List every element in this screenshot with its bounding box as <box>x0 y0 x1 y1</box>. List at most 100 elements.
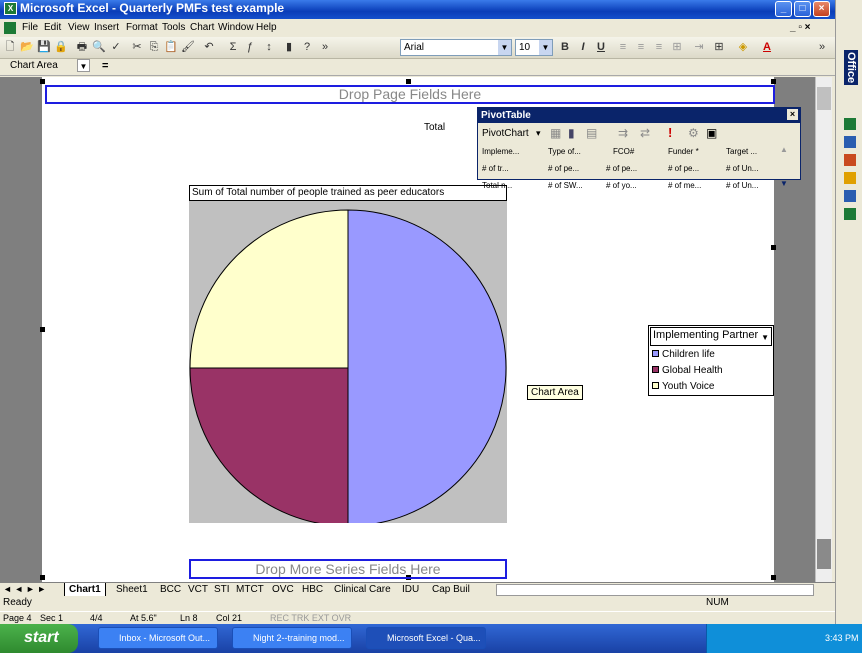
show-detail-icon[interactable]: ⇉ <box>618 126 628 140</box>
print-icon[interactable]: 🖶 <box>75 40 89 54</box>
formula-equals[interactable]: = <box>102 60 108 72</box>
chart-wizard-icon[interactable]: ▮ <box>282 40 296 54</box>
pivot-field[interactable]: # of pe... <box>548 164 579 173</box>
minimize-button[interactable]: _ <box>775 1 792 17</box>
selection-handle[interactable] <box>771 575 776 580</box>
font-name-select[interactable]: Arial ▼ <box>400 39 512 56</box>
print-preview-icon[interactable]: 🔍 <box>92 40 106 54</box>
drop-page-fields-zone[interactable]: Drop Page Fields Here <box>45 85 775 104</box>
tab-chart1[interactable]: Chart1 <box>64 583 106 597</box>
scroll-thumb[interactable] <box>817 87 831 110</box>
italic-button[interactable]: I <box>576 40 590 54</box>
new-icon[interactable]: 🗋 <box>3 40 17 54</box>
toolbar-options-icon[interactable]: » <box>318 40 332 54</box>
taskbar-item-word[interactable]: Night 2--training mod... <box>232 627 352 649</box>
pivotchart-menu[interactable]: PivotChart <box>482 128 529 139</box>
pie-slice-children-life[interactable] <box>347 209 507 523</box>
undo-icon[interactable]: ↶ <box>202 40 216 54</box>
start-button[interactable]: start <box>0 624 78 653</box>
selection-handle[interactable] <box>406 79 411 84</box>
pivot-field[interactable]: Funder * <box>668 147 699 156</box>
open-icon[interactable]: 📂 <box>20 40 34 54</box>
tab-navigation-buttons[interactable]: ◄ ◄ ► ► <box>3 583 46 597</box>
excel-shortcut-icon[interactable] <box>844 118 856 130</box>
sort-icon[interactable]: ↕ <box>262 40 276 54</box>
powerpoint-shortcut-icon[interactable] <box>844 154 856 166</box>
permission-icon[interactable]: 🔒 <box>54 40 68 54</box>
menu-view[interactable]: View <box>68 22 90 33</box>
pivot-field[interactable]: # of SW... <box>548 181 583 190</box>
legend-entry[interactable]: Youth Voice <box>649 379 773 395</box>
pivot-field[interactable]: # of pe... <box>668 164 699 173</box>
pie-slice-global-health[interactable] <box>189 367 349 523</box>
tab-mtct[interactable]: MTCT <box>236 583 264 597</box>
selection-handle[interactable] <box>40 79 45 84</box>
indent-icon[interactable]: ⇥ <box>692 40 706 54</box>
align-left-icon[interactable]: ≡ <box>616 40 630 54</box>
word-shortcut-icon[interactable] <box>844 136 856 148</box>
pivot-field[interactable]: Impleme... <box>482 147 519 156</box>
align-center-icon[interactable]: ≡ <box>634 40 648 54</box>
borders-icon[interactable]: ⊞ <box>712 40 726 54</box>
tab-cap-buil[interactable]: Cap Buil <box>432 583 470 597</box>
menu-window[interactable]: Window <box>218 22 254 33</box>
tab-clinical-care[interactable]: Clinical Care <box>334 583 391 597</box>
access-shortcut-icon[interactable] <box>844 190 856 202</box>
pivot-field[interactable]: FCO# <box>613 147 634 156</box>
chevron-down-icon[interactable]: ▾ <box>536 128 541 139</box>
selection-handle[interactable] <box>771 245 776 250</box>
spelling-icon[interactable]: ✓ <box>109 40 123 54</box>
menu-format[interactable]: Format <box>126 22 158 33</box>
close-icon[interactable]: × <box>787 109 798 120</box>
menu-chart[interactable]: Chart <box>190 22 214 33</box>
menu-edit[interactable]: Edit <box>44 22 61 33</box>
scroll-down-icon[interactable]: ▼ <box>780 179 788 188</box>
close-button[interactable]: × <box>813 1 830 17</box>
pivottable-title-bar[interactable]: PivotTable × <box>478 108 800 123</box>
pivot-field[interactable]: # of pe... <box>606 164 637 173</box>
font-size-select[interactable]: 10 ▼ <box>515 39 553 56</box>
legend[interactable]: Implementing Partner ▼ Children life Glo… <box>648 325 774 396</box>
format-report-icon[interactable]: ▦ <box>550 126 561 140</box>
document-window-controls[interactable]: _ ▫ × <box>790 22 811 33</box>
refresh-icon[interactable]: ⇄ <box>640 126 650 140</box>
legend-entry[interactable]: Children life <box>649 347 773 363</box>
field-list-icon[interactable]: ▣ <box>706 126 717 140</box>
save-icon[interactable]: 💾 <box>37 40 51 54</box>
chart-wizard-icon[interactable]: ▮ <box>568 126 575 140</box>
merge-center-icon[interactable]: ⊞ <box>670 40 684 54</box>
drop-series-fields-zone[interactable]: Drop More Series Fields Here <box>189 559 507 579</box>
publisher-shortcut-icon[interactable] <box>844 208 856 220</box>
selection-handle[interactable] <box>771 79 776 84</box>
tab-hbc[interactable]: HBC <box>302 583 323 597</box>
pivot-field[interactable]: # of Un... <box>726 181 758 190</box>
selection-handle[interactable] <box>40 575 45 580</box>
cut-icon[interactable]: ✂ <box>130 40 144 54</box>
pivot-field[interactable]: Total n... <box>482 181 512 190</box>
pivot-field[interactable]: # of yo... <box>606 181 637 190</box>
tab-sheet1[interactable]: Sheet1 <box>116 583 148 597</box>
menu-insert[interactable]: Insert <box>94 22 119 33</box>
selection-handle[interactable] <box>40 327 45 332</box>
legend-field-dropdown[interactable]: Implementing Partner ▼ <box>650 327 772 346</box>
bold-button[interactable]: B <box>558 40 572 54</box>
help-icon[interactable]: ? <box>300 40 314 54</box>
paste-icon[interactable]: 📋 <box>164 40 178 54</box>
font-color-icon[interactable]: A <box>760 40 774 54</box>
pivot-field[interactable]: # of Un... <box>726 164 758 173</box>
underline-button[interactable]: U <box>594 40 608 54</box>
pivot-field[interactable]: # of tr... <box>482 164 509 173</box>
taskbar-item-outlook[interactable]: Inbox - Microsoft Out... <box>98 627 218 649</box>
menu-file[interactable]: File <box>22 22 38 33</box>
format-painter-icon[interactable]: 🖌 <box>181 40 195 54</box>
scroll-thumb-lower[interactable] <box>817 539 831 569</box>
clock[interactable]: 3:43 PM <box>825 633 859 643</box>
field-settings-icon[interactable]: ⚙ <box>688 126 699 140</box>
data-field-button-total[interactable]: Total <box>424 122 445 133</box>
window-title-bar[interactable]: X Microsoft Excel - Quarterly PMFs test … <box>0 0 835 19</box>
tab-sti[interactable]: STI <box>214 583 230 597</box>
tab-idu[interactable]: IDU <box>402 583 419 597</box>
copy-icon[interactable]: ⎘ <box>147 40 161 54</box>
name-box[interactable]: Chart Area ▼ <box>2 59 90 74</box>
horizontal-scrollbar[interactable] <box>496 584 814 596</box>
